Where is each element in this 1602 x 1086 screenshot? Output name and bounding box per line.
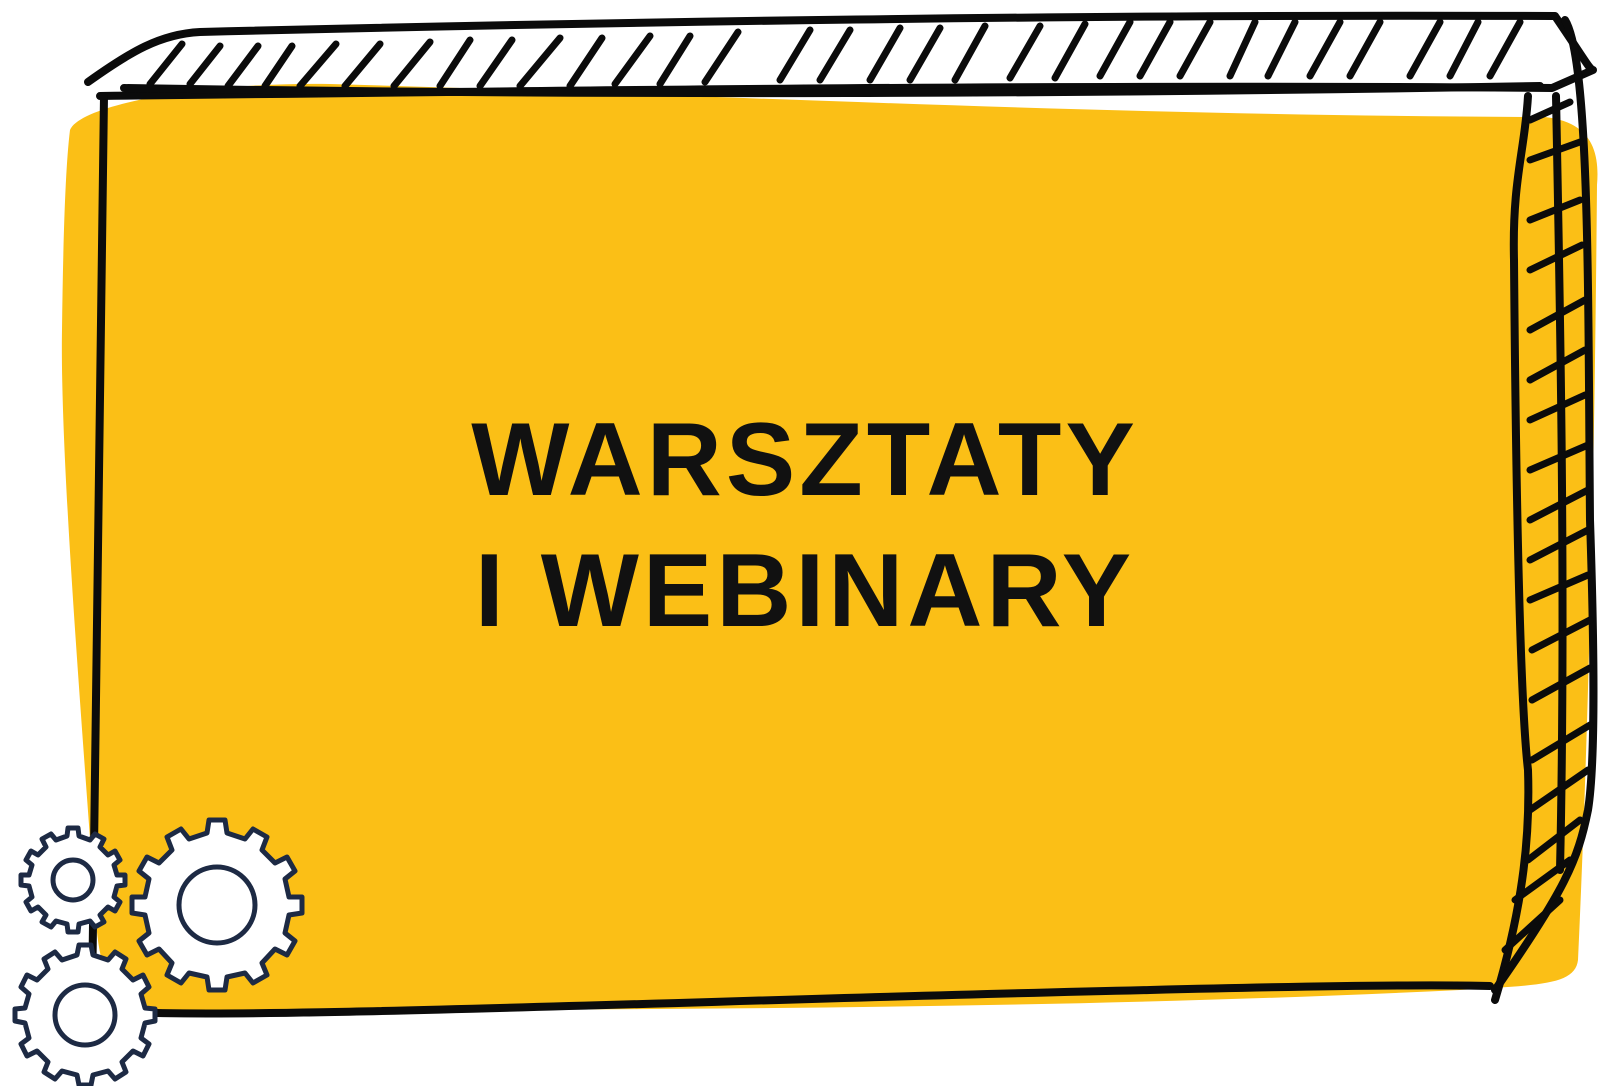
banner-title: WARSZTATY I WEBINARY (300, 395, 1310, 657)
banner-title-line-1: WARSZTATY (471, 402, 1139, 518)
banner-title-line-2: I WEBINARY (474, 533, 1136, 649)
